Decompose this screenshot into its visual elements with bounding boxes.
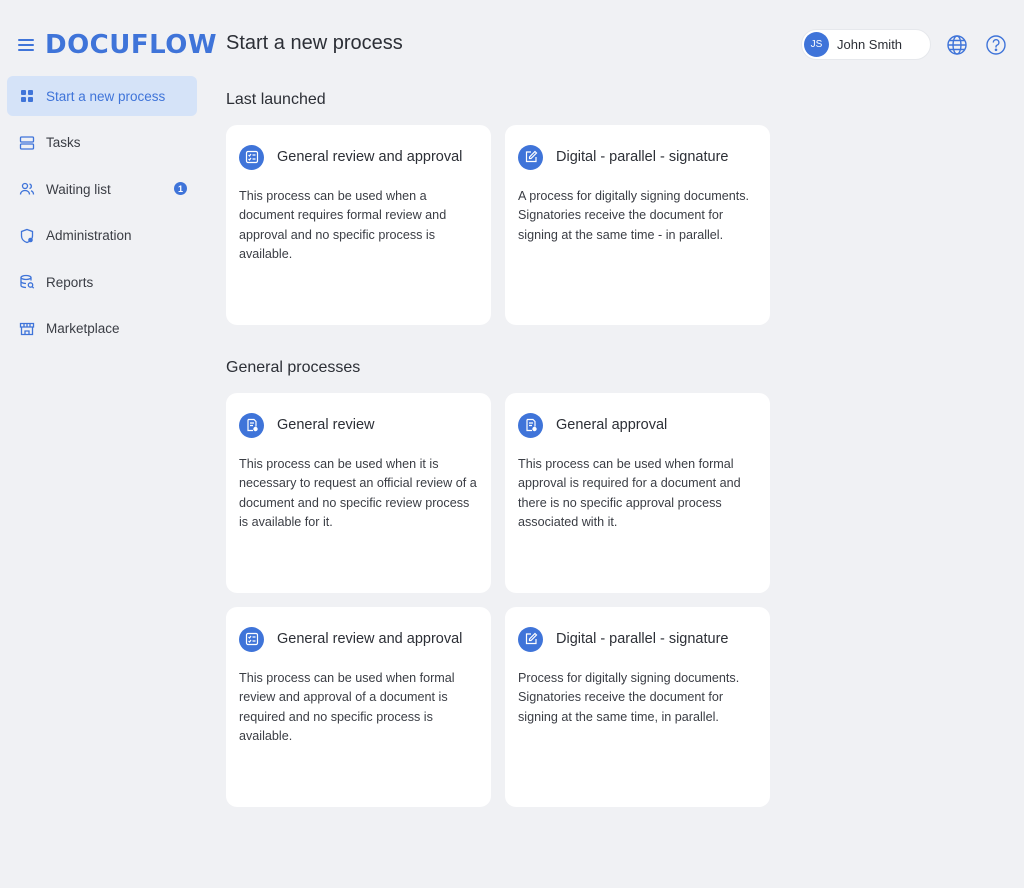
checklist-icon xyxy=(239,144,264,170)
card-description: This process can be used when a document… xyxy=(239,189,447,262)
process-card-general-review-approval[interactable]: General review and approval This process… xyxy=(226,607,491,807)
card-description: This process can be used when formal app… xyxy=(518,457,741,530)
shield-icon xyxy=(19,228,35,244)
store-icon xyxy=(19,321,35,337)
hamburger-menu-icon[interactable] xyxy=(18,39,34,51)
card-title: Digital - parallel - signature xyxy=(556,631,729,647)
card-title: General approval xyxy=(556,417,668,433)
card-header: General review and approval xyxy=(239,626,478,652)
card-header: Digital - parallel - signature xyxy=(518,626,757,652)
sidebar-nav: Start a new process Tasks Waiting list 1 xyxy=(7,76,197,355)
page-title: Start a new process xyxy=(226,32,403,54)
sidebar-item-administration[interactable]: Administration xyxy=(7,216,197,256)
sidebar-item-label: Tasks xyxy=(46,135,81,150)
card-header: General approval xyxy=(518,412,757,438)
help-icon[interactable] xyxy=(985,34,1007,56)
card-header: General review and approval xyxy=(239,144,478,170)
logo[interactable]: DOCUFLOW xyxy=(45,30,217,60)
card-description: A process for digitally signing document… xyxy=(518,189,750,242)
edit-icon xyxy=(518,626,543,652)
grid-icon xyxy=(19,88,35,104)
section-title-last-launched: Last launched xyxy=(226,91,326,108)
card-description: Process for digitally signing documents.… xyxy=(518,671,740,724)
sidebar-item-label: Marketplace xyxy=(46,321,120,336)
card-title: General review and approval xyxy=(277,631,463,647)
brand: DOCUFLOW xyxy=(18,30,217,60)
document-check-icon xyxy=(239,412,264,438)
card-description: This process can be used when formal rev… xyxy=(239,671,455,744)
tasks-icon xyxy=(19,135,35,151)
card-title: Digital - parallel - signature xyxy=(556,149,729,165)
user-name: John Smith xyxy=(837,37,903,52)
app: DOCUFLOW Start a new process Tasks Waiti… xyxy=(0,0,1024,888)
card-title: General review and approval xyxy=(277,149,463,165)
edit-icon xyxy=(518,144,543,170)
sidebar-item-reports[interactable]: Reports xyxy=(7,262,197,302)
process-card-digital-parallel-signature[interactable]: Digital - parallel - signature A process… xyxy=(505,125,770,325)
document-check-icon xyxy=(518,412,543,438)
card-title: General review xyxy=(277,417,375,433)
users-icon xyxy=(19,181,35,197)
database-search-icon xyxy=(19,274,35,290)
sidebar-item-label: Reports xyxy=(46,274,94,290)
sidebar-item-waiting-list[interactable]: Waiting list 1 xyxy=(7,169,197,209)
checklist-icon xyxy=(239,626,264,652)
process-card-digital-parallel-signature[interactable]: Digital - parallel - signature Process f… xyxy=(505,607,770,807)
sidebar: DOCUFLOW Start a new process Tasks Waiti… xyxy=(0,0,217,888)
user-menu[interactable]: JS John Smith xyxy=(801,29,931,60)
avatar: JS xyxy=(804,32,829,57)
sidebar-item-start-new-process[interactable]: Start a new process xyxy=(7,76,197,116)
process-card-general-approval[interactable]: General approval This process can be use… xyxy=(505,393,770,593)
sidebar-item-marketplace[interactable]: Marketplace xyxy=(7,309,197,349)
section-title-general-processes: General processes xyxy=(226,359,361,376)
process-card-general-review[interactable]: General review This process can be used … xyxy=(226,393,491,593)
process-card-general-review-approval[interactable]: General review and approval This process… xyxy=(226,125,491,325)
card-header: General review xyxy=(239,412,478,438)
sidebar-item-label: Start a new process xyxy=(46,88,166,104)
sidebar-item-label: Waiting list xyxy=(46,181,111,197)
sidebar-item-label: Administration xyxy=(46,228,132,243)
card-header: Digital - parallel - signature xyxy=(518,144,757,170)
card-description: This process can be used when it is nece… xyxy=(239,457,477,530)
globe-icon[interactable] xyxy=(946,34,968,56)
waiting-list-badge: 1 xyxy=(174,182,187,195)
sidebar-item-tasks[interactable]: Tasks xyxy=(7,123,197,163)
